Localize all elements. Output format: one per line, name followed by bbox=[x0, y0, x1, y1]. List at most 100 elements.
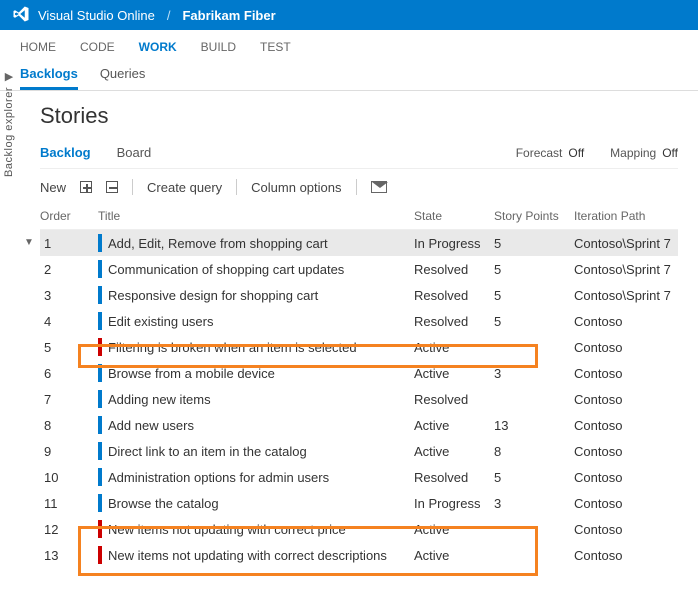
col-state[interactable]: State bbox=[414, 209, 494, 223]
table-row[interactable]: 9Direct link to an item in the catalogAc… bbox=[40, 438, 678, 464]
email-button[interactable] bbox=[371, 181, 387, 193]
table-row[interactable]: 4Edit existing usersResolved5Contoso bbox=[40, 308, 678, 334]
row-title: Adding new items bbox=[108, 392, 211, 407]
chevron-down-icon: ▼ bbox=[24, 237, 34, 248]
table-row[interactable]: 3Responsive design for shopping cartReso… bbox=[40, 282, 678, 308]
page-title: Stories bbox=[40, 103, 678, 129]
hub-home[interactable]: HOME bbox=[20, 40, 56, 54]
table-row[interactable]: 7Adding new itemsResolvedContoso bbox=[40, 386, 678, 412]
row-state: Active bbox=[414, 548, 494, 563]
row-order: 8 bbox=[40, 418, 98, 433]
row-title: New items not updating with correct desc… bbox=[108, 548, 387, 563]
row-title: New items not updating with correct pric… bbox=[108, 522, 346, 537]
work-item-color-bar bbox=[98, 312, 102, 330]
row-title-cell[interactable]: Edit existing users bbox=[98, 312, 414, 330]
row-iteration-path: Contoso bbox=[574, 418, 694, 433]
forecast-toggle[interactable]: Forecast Off bbox=[516, 146, 584, 160]
row-title-cell[interactable]: Communication of shopping cart updates bbox=[98, 260, 414, 278]
row-iteration-path: Contoso\Sprint 7 bbox=[574, 262, 694, 277]
work-item-color-bar bbox=[98, 442, 102, 460]
backlog-explorer-rail[interactable]: ▶ Backlog explorer bbox=[2, 70, 16, 190]
table-row[interactable]: 10Administration options for admin users… bbox=[40, 464, 678, 490]
create-query-button[interactable]: Create query bbox=[147, 180, 222, 195]
row-story-points: 5 bbox=[494, 288, 574, 303]
row-title-cell[interactable]: Browse from a mobile device bbox=[98, 364, 414, 382]
col-title[interactable]: Title bbox=[98, 209, 414, 223]
row-state: In Progress bbox=[414, 236, 494, 251]
minus-box-icon bbox=[106, 181, 118, 193]
hub-work[interactable]: WORK bbox=[139, 40, 177, 54]
global-header: Visual Studio Online / Fabrikam Fiber bbox=[0, 0, 698, 30]
table-row[interactable]: 2 Communication of shopping cart updates R… bbox=[40, 256, 678, 282]
table-row[interactable]: 13New items not updating with correct de… bbox=[40, 542, 678, 568]
row-state: Active bbox=[414, 340, 494, 355]
breadcrumb-product[interactable]: Visual Studio Online bbox=[38, 8, 155, 23]
row-title-cell[interactable]: Filtering is broken when an item is sele… bbox=[98, 338, 414, 356]
row-title-cell[interactable]: Browse the catalog bbox=[98, 494, 414, 512]
row-order: 3 bbox=[40, 288, 98, 303]
hub-test[interactable]: TEST bbox=[260, 40, 291, 54]
row-order: 6 bbox=[40, 366, 98, 381]
row-order: 1 bbox=[40, 236, 98, 251]
row-order: 2 bbox=[40, 262, 98, 277]
hub-nav: HOME CODE WORK BUILD TEST bbox=[0, 30, 698, 60]
col-order[interactable]: Order bbox=[40, 209, 98, 223]
row-iteration-path: Contoso bbox=[574, 314, 694, 329]
mapping-toggle[interactable]: Mapping Off bbox=[610, 146, 678, 160]
toolbar-divider bbox=[132, 179, 133, 195]
hub-code[interactable]: CODE bbox=[80, 40, 115, 54]
row-iteration-path: Contoso bbox=[574, 392, 694, 407]
table-row[interactable]: 5Filtering is broken when an item is sel… bbox=[40, 334, 678, 360]
tab-queries[interactable]: Queries bbox=[100, 66, 146, 90]
row-iteration-path: Contoso bbox=[574, 522, 694, 537]
column-options-button[interactable]: Column options bbox=[251, 180, 341, 195]
work-item-color-bar bbox=[98, 234, 102, 252]
row-iteration-path: Contoso bbox=[574, 548, 694, 563]
row-state: Active bbox=[414, 366, 494, 381]
new-button[interactable]: New bbox=[40, 180, 66, 195]
row-title-cell[interactable]: Adding new items bbox=[98, 390, 414, 408]
col-iteration-path[interactable]: Iteration Path bbox=[574, 209, 694, 223]
row-title-cell[interactable]: Add, Edit, Remove from shopping cart bbox=[98, 234, 414, 252]
mail-icon bbox=[371, 181, 387, 193]
row-title-cell[interactable]: New items not updating with correct desc… bbox=[98, 546, 414, 564]
col-story-points[interactable]: Story Points bbox=[494, 209, 574, 223]
row-title-cell[interactable]: Administration options for admin users bbox=[98, 468, 414, 486]
row-title-cell[interactable]: New items not updating with correct pric… bbox=[98, 520, 414, 538]
table-row[interactable]: 8Add new usersActive13Contoso bbox=[40, 412, 678, 438]
tab-board[interactable]: Board bbox=[117, 145, 152, 160]
row-state: Resolved bbox=[414, 262, 494, 277]
hub-build[interactable]: BUILD bbox=[201, 40, 236, 54]
row-order: 11 bbox=[40, 496, 98, 511]
mapping-value: Off bbox=[662, 146, 678, 160]
add-child-button[interactable] bbox=[80, 181, 92, 193]
collapse-button[interactable] bbox=[106, 181, 118, 193]
row-story-points: 3 bbox=[494, 366, 574, 381]
table-row[interactable]: ▼1Add, Edit, Remove from shopping cartIn… bbox=[40, 230, 678, 256]
work-item-color-bar bbox=[98, 390, 102, 408]
work-item-color-bar bbox=[98, 494, 102, 512]
work-item-color-bar bbox=[98, 468, 102, 486]
row-state: Resolved bbox=[414, 392, 494, 407]
row-title: Communication of shopping cart updates bbox=[108, 262, 344, 277]
tab-backlog[interactable]: Backlog bbox=[40, 145, 91, 160]
plus-box-icon bbox=[80, 181, 92, 193]
row-title: Browse the catalog bbox=[108, 496, 219, 511]
backlog-explorer-label: Backlog explorer bbox=[3, 87, 15, 177]
vs-logo-icon bbox=[12, 5, 30, 26]
row-title-cell[interactable]: Responsive design for shopping cart bbox=[98, 286, 414, 304]
row-state: In Progress bbox=[414, 496, 494, 511]
row-title: Direct link to an item in the catalog bbox=[108, 444, 307, 459]
row-iteration-path: Contoso bbox=[574, 366, 694, 381]
breadcrumb-project[interactable]: Fabrikam Fiber bbox=[182, 8, 275, 23]
work-item-color-bar bbox=[98, 520, 102, 538]
row-title-cell[interactable]: Add new users bbox=[98, 416, 414, 434]
row-iteration-path: Contoso\Sprint 7 bbox=[574, 236, 694, 251]
table-row[interactable]: 12New items not updating with correct pr… bbox=[40, 516, 678, 542]
table-row[interactable]: 6Browse from a mobile deviceActive3Conto… bbox=[40, 360, 678, 386]
tab-backlogs[interactable]: Backlogs bbox=[20, 66, 78, 90]
table-row[interactable]: 11Browse the catalogIn Progress3Contoso bbox=[40, 490, 678, 516]
row-title-cell[interactable]: Direct link to an item in the catalog bbox=[98, 442, 414, 460]
backlog-grid: Order Title State Story Points Iteration… bbox=[40, 203, 678, 568]
work-item-color-bar bbox=[98, 416, 102, 434]
